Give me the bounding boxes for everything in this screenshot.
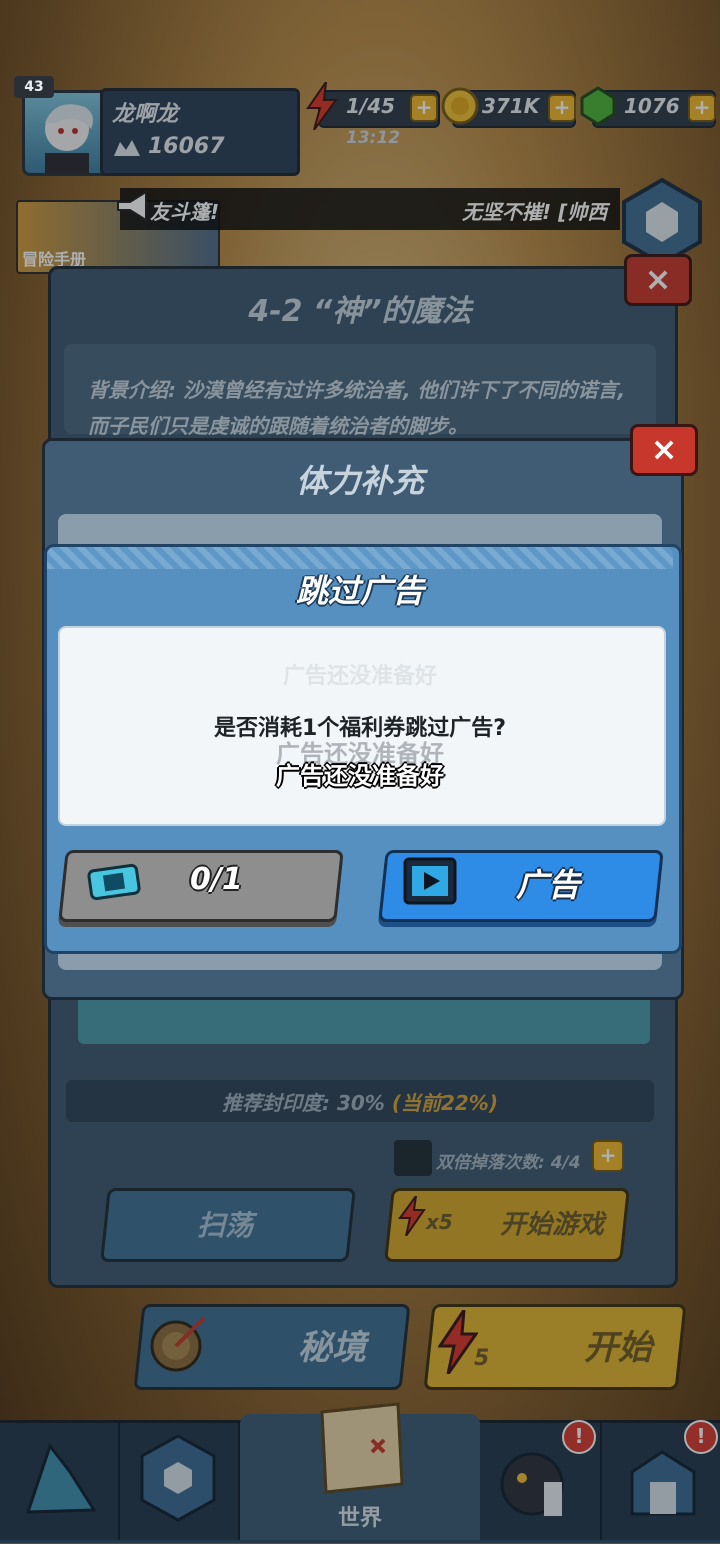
- voucher-ticket-icon: [86, 862, 142, 906]
- energy-refill-title: 体力补充: [295, 462, 424, 500]
- video-play-icon: [402, 856, 458, 910]
- player-level-badge: 43: [14, 76, 54, 98]
- ad-not-ready-toast: 广告还没准备好: [276, 762, 444, 790]
- dialog-ghost-text-top: 广告还没准备好: [282, 664, 437, 689]
- watch-ad-label: 广告: [516, 866, 581, 904]
- skip-ad-title: 跳过广告: [295, 572, 424, 610]
- energy-close-button[interactable]: ×: [630, 424, 698, 476]
- voucher-count: 0/1: [190, 862, 243, 897]
